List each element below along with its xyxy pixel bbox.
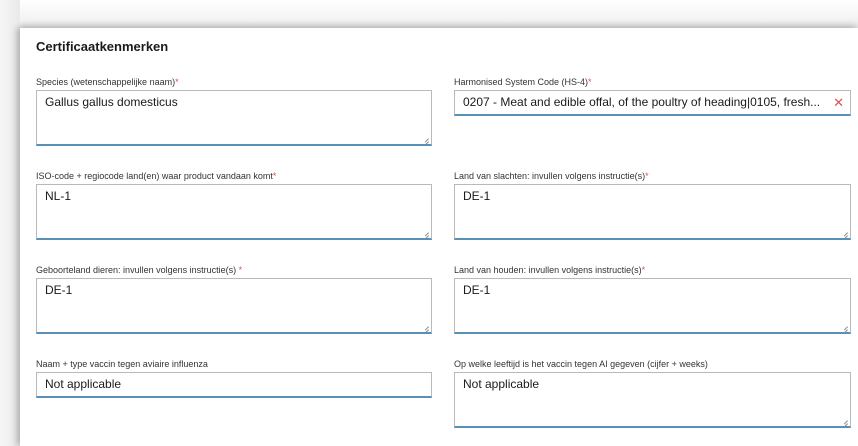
keeping-country-label: Land van houden: invullen volgens instru…	[454, 265, 646, 275]
vaccine-name-input[interactable]: Not applicable	[36, 372, 432, 398]
vaccine-name-label: Naam + type vaccin tegen aviaire influen…	[36, 359, 208, 369]
keeping-country-textarea[interactable]: DE-1	[454, 278, 851, 334]
resize-handle-icon[interactable]	[421, 322, 429, 330]
vaccine-name-field: Naam + type vaccin tegen aviaire influen…	[36, 358, 432, 398]
iso-code-field: ISO-code + regiocode land(en) waar produ…	[36, 170, 432, 240]
species-value: Gallus gallus domesticus	[45, 95, 178, 109]
resize-handle-icon[interactable]	[421, 228, 429, 236]
clear-icon[interactable]: ✕	[833, 96, 844, 109]
hs-code-select[interactable]: 0207 - Meat and edible offal, of the pou…	[454, 90, 851, 116]
section-title: Certificaatkenmerken	[36, 39, 169, 54]
vaccine-age-value: Not applicable	[463, 377, 540, 391]
keeping-country-value: DE-1	[463, 283, 491, 297]
resize-handle-icon[interactable]	[421, 134, 429, 142]
hs-code-field: Harmonised System Code (HS-4)* 0207 - Me…	[454, 76, 851, 116]
slaughter-country-value: DE-1	[463, 189, 491, 203]
species-field: Species (wetenschappelijke naam)* Gallus…	[36, 76, 432, 146]
certificate-form-card: Certificaatkenmerken Species (wetenschap…	[20, 28, 858, 446]
vaccine-age-label: Op welke leeftijd is het vaccin tegen AI…	[454, 359, 708, 369]
resize-handle-icon[interactable]	[840, 322, 848, 330]
hs-code-label: Harmonised System Code (HS-4)*	[454, 77, 592, 87]
resize-handle-icon[interactable]	[840, 416, 848, 424]
species-textarea[interactable]: Gallus gallus domesticus	[36, 90, 432, 146]
hs-code-value: 0207 - Meat and edible offal, of the pou…	[463, 95, 821, 109]
birth-country-label: Geboorteland dieren: invullen volgens in…	[36, 265, 243, 275]
birth-country-value: DE-1	[45, 283, 73, 297]
species-label: Species (wetenschappelijke naam)*	[36, 77, 179, 87]
iso-code-textarea[interactable]: NL-1	[36, 184, 432, 240]
slaughter-country-field: Land van slachten: invullen volgens inst…	[454, 170, 851, 240]
vaccine-name-value: Not applicable	[45, 377, 122, 391]
top-bar	[0, 0, 858, 30]
birth-country-field: Geboorteland dieren: invullen volgens in…	[36, 264, 432, 334]
vaccine-age-field: Op welke leeftijd is het vaccin tegen AI…	[454, 358, 851, 428]
slaughter-country-label: Land van slachten: invullen volgens inst…	[454, 171, 649, 181]
iso-code-value: NL-1	[45, 189, 72, 203]
slaughter-country-textarea[interactable]: DE-1	[454, 184, 851, 240]
vaccine-age-textarea[interactable]: Not applicable	[454, 372, 851, 428]
left-strip	[0, 0, 20, 446]
birth-country-textarea[interactable]: DE-1	[36, 278, 432, 334]
resize-handle-icon[interactable]	[840, 228, 848, 236]
iso-code-label: ISO-code + regiocode land(en) waar produ…	[36, 171, 277, 181]
keeping-country-field: Land van houden: invullen volgens instru…	[454, 264, 851, 334]
